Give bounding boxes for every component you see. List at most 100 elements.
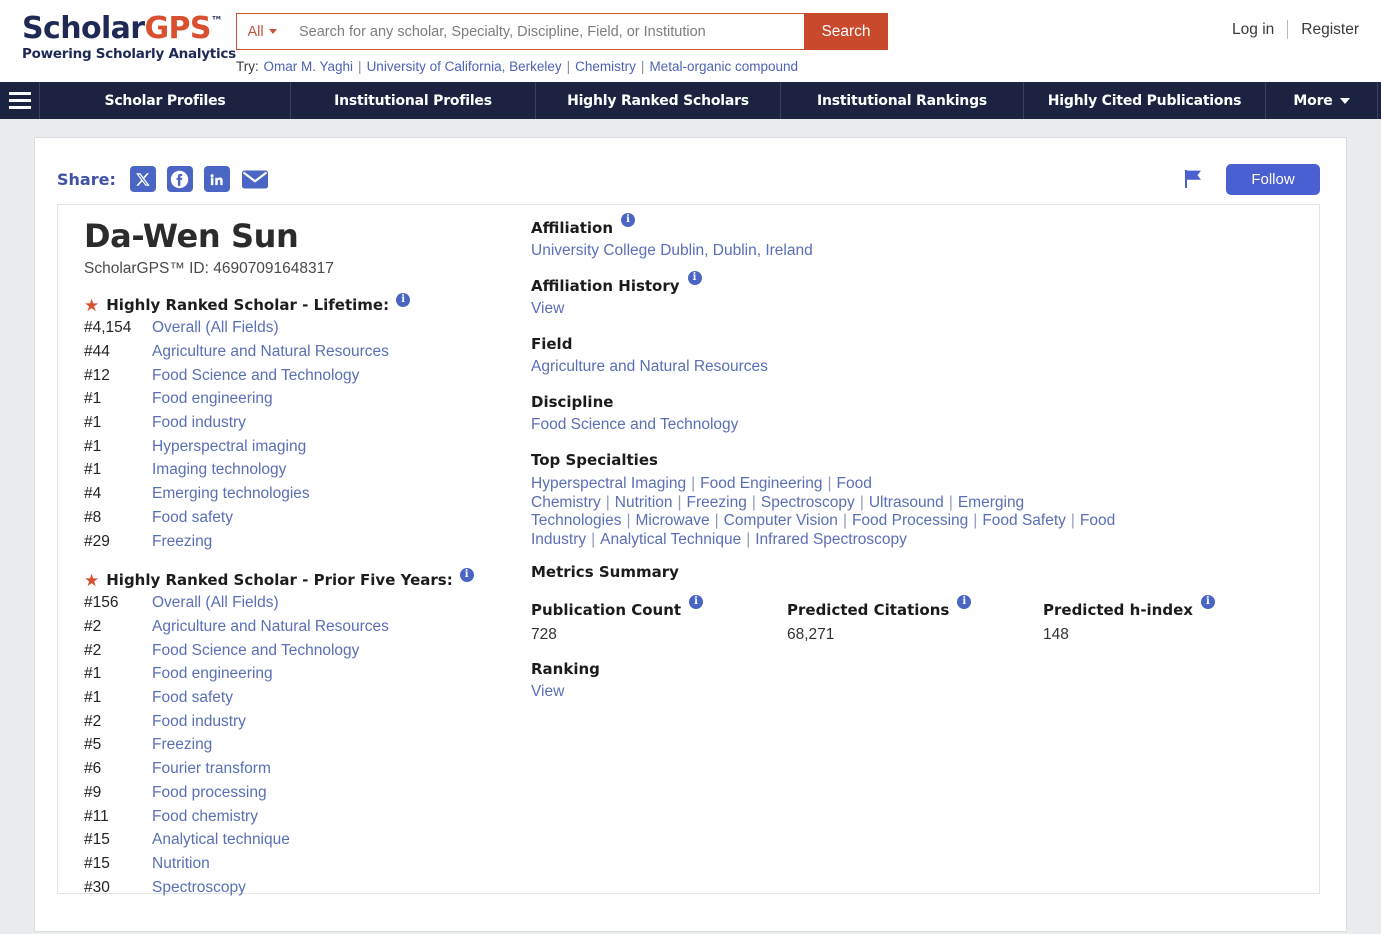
info-icon[interactable]: i [957, 595, 971, 609]
rank-label-link[interactable]: Agriculture and Natural Resources [152, 340, 389, 364]
specialty-item[interactable]: Freezing [687, 494, 747, 511]
ranking-label-row: Ranking [531, 660, 1299, 678]
rank-number: #29 [84, 530, 152, 554]
affiliation-label-row: Affiliation i [531, 219, 1299, 237]
discipline-value[interactable]: Food Science and Technology [531, 416, 1299, 434]
chevron-down-icon [269, 29, 277, 34]
rank-label-link[interactable]: Analytical technique [152, 828, 290, 852]
facebook-icon[interactable] [167, 166, 193, 192]
rank-label-link[interactable]: Agriculture and Natural Resources [152, 615, 389, 639]
rank-label-link[interactable]: Food safety [152, 686, 233, 710]
nav-item-institutional-rankings[interactable]: Institutional Rankings [781, 82, 1024, 119]
nav-item-highly-ranked-scholars[interactable]: Highly Ranked Scholars [536, 82, 781, 119]
info-icon[interactable]: i [688, 271, 702, 285]
specialty-item[interactable]: Food Engineering [700, 475, 822, 492]
hamburger-bar-2 [9, 99, 31, 102]
account-divider [1287, 20, 1288, 39]
share-label: Share: [57, 170, 116, 189]
nav-item-scholar-profiles[interactable]: Scholar Profiles [40, 82, 291, 119]
search-input[interactable] [287, 13, 804, 50]
specialty-item[interactable]: Infrared Spectroscopy [755, 531, 907, 548]
rank-label-link[interactable]: Fourier transform [152, 757, 271, 781]
specialty-item[interactable]: Computer Vision [724, 512, 838, 529]
rank-label-link[interactable]: Freezing [152, 733, 212, 757]
rank-label-link[interactable]: Overall (All Fields) [152, 591, 279, 615]
info-icon[interactable]: i [1201, 595, 1215, 609]
try-link-scholar[interactable]: Omar M. Yaghi [264, 59, 354, 74]
rank-label-link[interactable]: Food Science and Technology [152, 639, 359, 663]
login-link[interactable]: Log in [1232, 21, 1274, 39]
rank-label-link[interactable]: Imaging technology [152, 458, 286, 482]
nav-item-highly-cited-publications[interactable]: Highly Cited Publications [1024, 82, 1266, 119]
specialty-item[interactable]: Analytical Technique [600, 531, 741, 548]
rank-label-link[interactable]: Freezing [152, 530, 212, 554]
metric-publication-count: Publication Count i 728 [531, 601, 787, 644]
rank-row: #2Food industry [84, 710, 513, 734]
rank-row: #156Overall (All Fields) [84, 591, 513, 615]
site-logo[interactable]: ScholarGPS™ Powering Scholarly Analytics [22, 14, 218, 62]
nav-item-institutional-profiles[interactable]: Institutional Profiles [291, 82, 536, 119]
rank-label-link[interactable]: Food industry [152, 411, 246, 435]
rank-label-link[interactable]: Food engineering [152, 387, 273, 411]
specialty-item[interactable]: Nutrition [615, 494, 673, 511]
rank-label-link[interactable]: Nutrition [152, 852, 210, 876]
specialty-item[interactable]: Food Safety [982, 512, 1066, 529]
search-button[interactable]: Search [804, 13, 888, 50]
rank-label-link[interactable]: Hyperspectral imaging [152, 435, 306, 459]
rank-label-link[interactable]: Spectroscopy [152, 876, 246, 900]
flag-icon[interactable] [1182, 169, 1204, 189]
search-area: All Search Try: Omar M. Yaghi|University… [236, 13, 888, 74]
affiliation-value[interactable]: University College Dublin, Dublin, Irela… [531, 242, 1299, 260]
rank-label-link[interactable]: Food chemistry [152, 805, 258, 829]
rank-row: #15Analytical technique [84, 828, 513, 852]
x-twitter-icon[interactable] [130, 166, 156, 192]
affiliation-history-view-link[interactable]: View [531, 300, 1299, 318]
email-icon[interactable] [241, 166, 269, 192]
specialty-item[interactable]: Spectroscopy [761, 494, 855, 511]
rank-label-link[interactable]: Food industry [152, 710, 246, 734]
hamburger-icon[interactable] [0, 82, 40, 119]
info-icon[interactable]: i [460, 568, 474, 582]
affiliation-history-label: Affiliation History [531, 277, 680, 295]
rank-label-link[interactable]: Overall (All Fields) [152, 316, 279, 340]
nav-item-more[interactable]: More [1266, 82, 1378, 119]
info-icon[interactable]: i [621, 213, 635, 227]
field-value[interactable]: Agriculture and Natural Resources [531, 358, 1299, 376]
try-link-institution[interactable]: University of California, Berkeley [367, 59, 562, 74]
specialty-separator: | [1071, 512, 1075, 529]
specialty-separator: | [746, 531, 750, 548]
search-scope-dropdown[interactable]: All [236, 13, 287, 50]
specialty-item[interactable]: Microwave [636, 512, 710, 529]
metric-predicted-citations: Predicted Citations i 68,271 [787, 601, 1043, 644]
rank-number: #1 [84, 435, 152, 459]
field-block: Field Agriculture and Natural Resources [531, 335, 1299, 376]
specialty-item[interactable]: Food Processing [852, 512, 968, 529]
specialty-item[interactable]: Hyperspectral Imaging [531, 475, 686, 492]
search-scope-label: All [247, 24, 263, 40]
rank-number: #1 [84, 686, 152, 710]
rank-number: #1 [84, 662, 152, 686]
rank-row: #11Food chemistry [84, 805, 513, 829]
rank-label-link[interactable]: Food processing [152, 781, 267, 805]
share-icon-group [130, 166, 269, 192]
info-icon[interactable]: i [689, 595, 703, 609]
specialty-item[interactable]: Ultrasound [869, 494, 944, 511]
rank-number: #156 [84, 591, 152, 615]
register-link[interactable]: Register [1301, 21, 1359, 39]
nav-label: Highly Cited Publications [1048, 93, 1241, 109]
ranking-view-link[interactable]: View [531, 683, 1299, 701]
profile-card: Share: Follow Da-Wen Sun ScholarGPS™ ID:… [34, 137, 1347, 932]
affiliation-history-label-row: Affiliation History i [531, 277, 1299, 295]
info-icon[interactable]: i [396, 293, 410, 307]
specialty-separator: | [678, 494, 682, 511]
affiliation-history-block: Affiliation History i View [531, 277, 1299, 318]
rank-label-link[interactable]: Emerging technologies [152, 482, 310, 506]
rank-label-link[interactable]: Food Science and Technology [152, 364, 359, 388]
try-link-specialty[interactable]: Metal-organic compound [649, 59, 798, 74]
rank-label-link[interactable]: Food safety [152, 506, 233, 530]
rank-label-link[interactable]: Food engineering [152, 662, 273, 686]
affiliation-block: Affiliation i University College Dublin,… [531, 219, 1299, 260]
try-link-field[interactable]: Chemistry [575, 59, 636, 74]
follow-button[interactable]: Follow [1226, 164, 1320, 195]
linkedin-icon[interactable] [204, 166, 230, 192]
